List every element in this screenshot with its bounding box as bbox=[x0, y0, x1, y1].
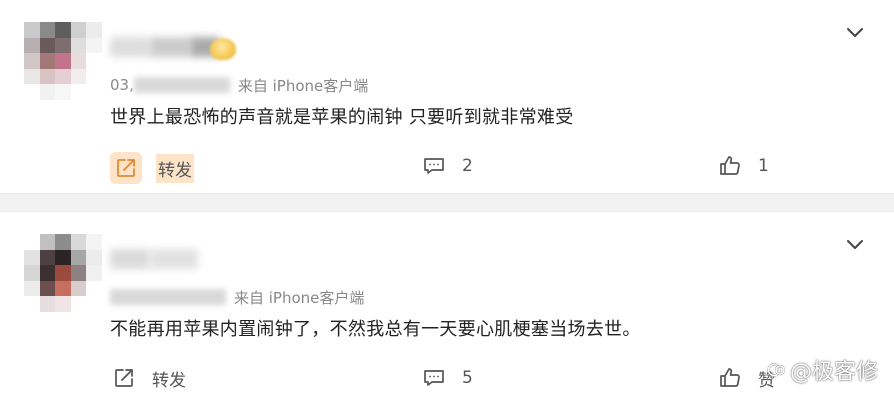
chevron-down-icon bbox=[846, 24, 864, 43]
comment-button[interactable]: 2 bbox=[420, 152, 473, 180]
comment-feed: 03, 来自 iPhone客户端 世界上最恐怖的声音就是苹果的闹钟 只要听到就非… bbox=[0, 0, 894, 400]
watermark-text: @极客修 bbox=[789, 360, 878, 385]
like-count: 1 bbox=[758, 156, 769, 176]
repost-button[interactable]: 转发 bbox=[110, 152, 194, 184]
comment-text: 不能再用苹果内置闹钟了，不然我总有一天要心肌梗塞当场去世。 bbox=[110, 319, 641, 340]
repost-label: 转发 bbox=[156, 153, 194, 183]
comment-card: 03, 来自 iPhone客户端 世界上最恐怖的声音就是苹果的闹钟 只要听到就非… bbox=[0, 0, 894, 193]
comment-bubble-icon bbox=[420, 364, 448, 392]
comment-meta: 03, 来自 iPhone客户端 bbox=[110, 74, 368, 96]
comment-meta: 来自 iPhone客户端 bbox=[110, 286, 364, 308]
repost-button[interactable]: 转发 bbox=[110, 364, 186, 392]
emoji-badge-icon bbox=[210, 38, 236, 60]
like-button[interactable]: 1 bbox=[716, 152, 769, 180]
comment-bubble-icon bbox=[420, 152, 448, 180]
comment-count: 2 bbox=[462, 156, 473, 176]
comment-divider bbox=[0, 193, 894, 212]
username-blurred[interactable] bbox=[110, 248, 198, 270]
comment-count: 5 bbox=[462, 368, 473, 388]
comment-card: 来自 iPhone客户端 不能再用苹果内置闹钟了，不然我总有一天要心肌梗塞当场去… bbox=[0, 212, 894, 400]
thumbs-up-icon bbox=[716, 152, 744, 180]
watermark: @极客修 bbox=[766, 354, 878, 386]
expand-menu-button[interactable] bbox=[844, 234, 866, 256]
comment-button[interactable]: 5 bbox=[420, 364, 473, 392]
share-arrow-icon bbox=[110, 364, 138, 392]
share-arrow-icon bbox=[110, 152, 142, 184]
meta-source: 来自 iPhone客户端 bbox=[237, 76, 369, 95]
meta-date-blurred bbox=[110, 289, 226, 305]
username-blurred[interactable] bbox=[110, 36, 220, 58]
avatar[interactable] bbox=[24, 234, 102, 312]
meta-date-blurred bbox=[133, 77, 230, 93]
meta-source: 来自 iPhone客户端 bbox=[234, 288, 365, 307]
chevron-down-icon bbox=[846, 236, 864, 255]
expand-menu-button[interactable] bbox=[844, 22, 866, 44]
meta-date: 03, bbox=[110, 76, 134, 94]
repost-label: 转发 bbox=[152, 370, 186, 391]
thumbs-up-icon bbox=[716, 364, 744, 392]
avatar[interactable] bbox=[24, 22, 102, 100]
app-logo-icon bbox=[766, 360, 786, 380]
comment-text: 世界上最恐怖的声音就是苹果的闹钟 只要听到就非常难受 bbox=[110, 107, 574, 128]
